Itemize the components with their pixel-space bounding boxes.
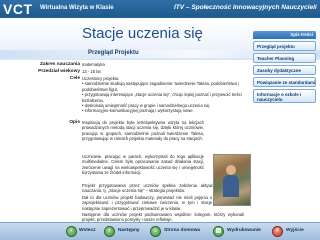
field-value-subject: matematyka (82, 62, 105, 67)
next-arrow-icon[interactable]: › (104, 226, 115, 237)
project-content: Przegląd Projektu Zakres nauczania Przed… (10, 50, 251, 222)
brand-subtitle: Wirtualna Wizyta w Klasie (40, 5, 114, 11)
home-button[interactable]: Strona domowa (164, 228, 200, 233)
sidebar-header: Spis treści (253, 31, 316, 39)
back-arrow-icon[interactable]: ‹ (66, 226, 77, 237)
classroom-photo (213, 154, 251, 206)
sidebar-item-standards[interactable]: Powiązanie ze standardami (253, 77, 316, 87)
header-title: ITV – Społeczność Innowacyjnych Nauczyci… (174, 4, 317, 11)
sidebar-item-teacher-planning[interactable]: Teacher Planning (253, 53, 316, 63)
sidebar: Spis treści Przegląd projektu Teacher Pl… (253, 31, 316, 103)
top-bar: VCT Wirtualna Wizyta w Klasie ITV – Społ… (0, 0, 320, 18)
print-icon[interactable]: ▤ (213, 226, 224, 237)
sidebar-item-school-info[interactable]: Informacje o szkole i nauczycielu (253, 89, 316, 103)
goal-item: • samodzielnie studiują następujące zaga… (82, 81, 240, 92)
goal-item: • przygotowują interesujące „stacje ucze… (82, 92, 242, 103)
page-title: Stacje uczenia się (82, 25, 203, 42)
back-button[interactable]: Wstecz (79, 228, 96, 233)
goal-item: • informacyjno-komunikacyjnej poznają i … (82, 108, 194, 114)
home-icon[interactable]: ⌂ (150, 226, 161, 237)
bottom-nav-bar: ‹ Wstecz › Następny ⌂ Strona domowa ▤ Wy… (0, 222, 320, 240)
field-label-subject: Zakres nauczania (40, 62, 80, 67)
exit-icon[interactable]: × (272, 226, 283, 237)
exit-button[interactable]: Wyjście (286, 228, 304, 233)
description-paragraph-2: Uczniowie, pracując w parach, wykorzysta… (82, 154, 204, 176)
field-label-age: Przedział wiekowy (38, 69, 80, 74)
field-label-description: Opis (69, 120, 80, 125)
photo-person-body (223, 175, 239, 197)
project-heading: Przegląd Projektu (88, 50, 139, 56)
field-value-age: 13 - 15 lat (82, 69, 101, 74)
field-label-goals: Cele (69, 76, 80, 81)
brand-logo: VCT (3, 1, 33, 17)
description-paragraph-1: Inspiracją do projektu była retrospektyw… (82, 120, 204, 142)
photo-person-head (226, 165, 236, 175)
next-button[interactable]: Następny (118, 228, 140, 233)
goals-list: Uczestnicy projektu: • samodzielnie stud… (82, 76, 250, 114)
sidebar-item-resources[interactable]: Zasoby dydaktyczne (253, 65, 316, 75)
print-button[interactable]: Wydrukowanie (227, 228, 261, 233)
sidebar-item-overview[interactable]: Przegląd projektu (253, 41, 316, 51)
